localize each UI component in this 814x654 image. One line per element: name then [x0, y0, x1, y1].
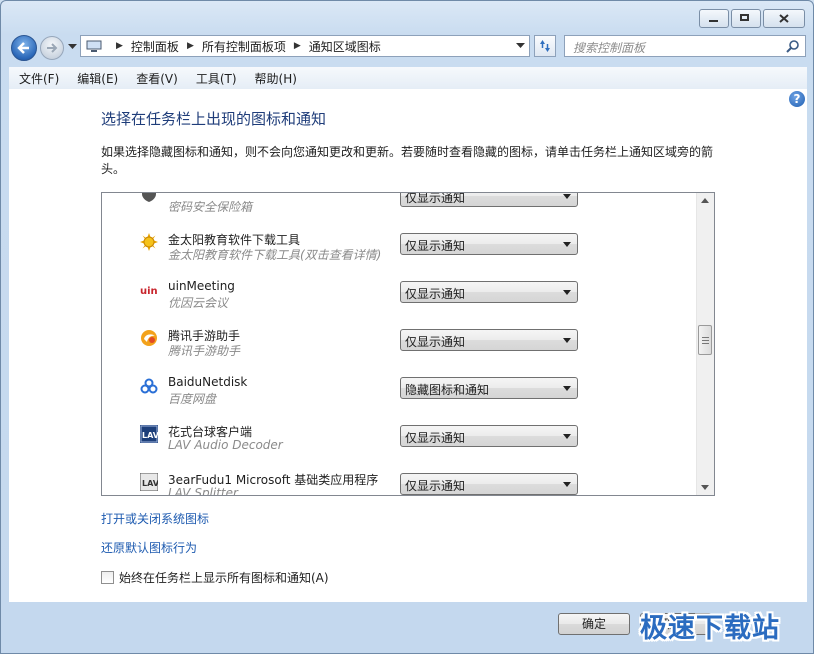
content-pane: ? 选择在任务栏上出现的图标和通知 如果选择隐藏图标和通知，则不会向您通知更改和… [9, 89, 807, 602]
lav-splitter-icon: LAV [140, 473, 158, 491]
app-description: 金太阳教育软件下载工具(双击查看详情) [168, 248, 382, 262]
breadcrumb-item-all-items[interactable]: 所有控制面板项 [202, 38, 286, 55]
list-item: uin uinMeeting 优因云会议 仅显示通知 [102, 275, 698, 323]
baidu-cloud-icon [140, 378, 158, 394]
menu-edit[interactable]: 编辑(E) [67, 70, 126, 87]
watermark-logo: 极速下载站 [640, 613, 780, 644]
behavior-select[interactable]: 仅显示通知 [400, 233, 578, 255]
control-panel-window: ▶ 控制面板 ▶ 所有控制面板项 ▶ 通知区域图标 搜索控制面板 文件(F) 编… [0, 0, 814, 654]
scroll-up-icon[interactable] [701, 198, 709, 203]
address-bar[interactable]: ▶ 控制面板 ▶ 所有控制面板项 ▶ 通知区域图标 [80, 35, 530, 57]
recent-pages-dropdown[interactable] [68, 44, 77, 50]
back-button[interactable] [11, 35, 37, 61]
close-icon [779, 14, 789, 23]
chevron-down-icon [563, 290, 571, 295]
chevron-down-icon [563, 338, 571, 343]
checkbox-label: 始终在任务栏上显示所有图标和通知(A) [119, 571, 329, 585]
chevron-down-icon [563, 242, 571, 247]
breadcrumb-separator[interactable]: ▶ [187, 41, 194, 51]
sun-icon [140, 233, 158, 251]
behavior-select[interactable]: 仅显示通知 [400, 281, 578, 303]
always-show-all-checkbox[interactable]: 始终在任务栏上显示所有图标和通知(A) [101, 569, 329, 586]
svg-text:LAV: LAV [142, 479, 158, 488]
behavior-value: 仅显示通知 [405, 335, 466, 349]
page-title: 选择在任务栏上出现的图标和通知 [101, 110, 327, 128]
chevron-down-icon [563, 482, 571, 487]
uin-logo-icon: uin [140, 286, 158, 297]
app-name: uinMeeting [168, 279, 235, 293]
forward-button[interactable] [40, 36, 64, 60]
arrow-left-icon [17, 42, 29, 54]
checkbox-box[interactable] [101, 571, 114, 584]
behavior-value: 仅显示通知 [405, 479, 466, 493]
behavior-select[interactable]: 仅显示通知 [400, 329, 578, 351]
behavior-value: 隐藏图标和通知 [405, 383, 490, 397]
app-description: 优因云会议 [168, 296, 229, 310]
app-description: 百度网盘 [168, 392, 217, 406]
behavior-value: 仅显示通知 [405, 239, 466, 253]
help-icon[interactable]: ? [789, 91, 805, 107]
svg-text:LAV: LAV [142, 431, 158, 440]
tencent-gamepad-icon [141, 330, 157, 346]
list-item: LAV 3earFudu1 Microsoft 基础类应用程序 LAV Spli… [102, 467, 698, 496]
menu-help[interactable]: 帮助(H) [245, 70, 305, 87]
scroll-down-icon[interactable] [701, 485, 709, 490]
icons-rows: 密码安全保险箱 仅显示通知 金太阳教育软件下载工具 金太阳教育软件下载工具(双击… [102, 192, 698, 496]
behavior-select[interactable]: 仅显示通知 [400, 473, 578, 495]
behavior-value: 仅显示通知 [405, 192, 466, 205]
chevron-down-icon[interactable] [516, 43, 525, 49]
list-item: 金太阳教育软件下载工具 金太阳教育软件下载工具(双击查看详情) 仅显示通知 [102, 227, 698, 275]
window-caption-buttons [699, 9, 805, 28]
notification-icons-list[interactable]: 密码安全保险箱 仅显示通知 金太阳教育软件下载工具 金太阳教育软件下载工具(双击… [101, 192, 715, 496]
page-description: 如果选择隐藏图标和通知，则不会向您通知更改和更新。若要随时查看隐藏的图标，请单击… [101, 145, 714, 176]
shield-icon [142, 193, 156, 202]
chevron-down-icon [563, 194, 571, 199]
svg-text:uin: uin [140, 286, 158, 297]
breadcrumb-separator[interactable]: ▶ [116, 41, 123, 51]
search-box[interactable]: 搜索控制面板 [564, 35, 806, 57]
refresh-icon [540, 40, 550, 52]
search-icon[interactable] [786, 39, 800, 53]
behavior-select[interactable]: 隐藏图标和通知 [400, 377, 578, 399]
maximize-button[interactable] [731, 9, 761, 28]
scrollbar-thumb[interactable] [698, 325, 712, 355]
menu-tools[interactable]: 工具(T) [186, 70, 245, 87]
close-button[interactable] [763, 9, 805, 28]
menu-view[interactable]: 查看(V) [126, 70, 186, 87]
restore-defaults-link[interactable]: 还原默认图标行为 [101, 539, 197, 556]
breadcrumb-item-control-panel[interactable]: 控制面板 [131, 38, 179, 55]
chevron-down-icon [563, 434, 571, 439]
search-input[interactable]: 搜索控制面板 [573, 39, 645, 56]
chevron-down-icon [563, 386, 571, 391]
breadcrumb-separator[interactable]: ▶ [294, 41, 301, 51]
computer-icon [86, 40, 102, 52]
app-description: LAV Audio Decoder [168, 438, 283, 452]
menu-bar: 文件(F) 编辑(E) 查看(V) 工具(T) 帮助(H) [9, 67, 807, 90]
arrow-right-icon [47, 43, 58, 53]
list-item: BaiduNetdisk 百度网盘 隐藏图标和通知 [102, 371, 698, 419]
app-name: BaiduNetdisk [168, 375, 248, 389]
list-item: LAV 花式台球客户端 LAV Audio Decoder 仅显示通知 [102, 419, 698, 467]
menu-file[interactable]: 文件(F) [9, 70, 67, 87]
list-item: 密码安全保险箱 仅显示通知 [102, 192, 698, 227]
minimize-button[interactable] [699, 9, 729, 28]
behavior-value: 仅显示通知 [405, 431, 466, 445]
behavior-value: 仅显示通知 [405, 287, 466, 301]
list-scrollbar[interactable] [696, 193, 714, 495]
app-description: 密码安全保险箱 [168, 200, 253, 214]
app-description: 腾讯手游助手 [168, 344, 241, 358]
breadcrumb-item-notification-icons[interactable]: 通知区域图标 [309, 38, 381, 55]
behavior-select[interactable]: 仅显示通知 [400, 425, 578, 447]
breadcrumb: ▶ 控制面板 ▶ 所有控制面板项 ▶ 通知区域图标 [108, 38, 381, 55]
app-description: LAV Splitter [168, 486, 238, 496]
toggle-system-icons-link[interactable]: 打开或关闭系统图标 [101, 510, 209, 527]
behavior-select[interactable]: 仅显示通知 [400, 192, 578, 207]
refresh-button[interactable] [534, 35, 556, 57]
ok-button[interactable]: 确定 [558, 613, 630, 635]
lav-audio-icon: LAV [140, 425, 158, 443]
list-item: 腾讯手游助手 腾讯手游助手 仅显示通知 [102, 323, 698, 371]
